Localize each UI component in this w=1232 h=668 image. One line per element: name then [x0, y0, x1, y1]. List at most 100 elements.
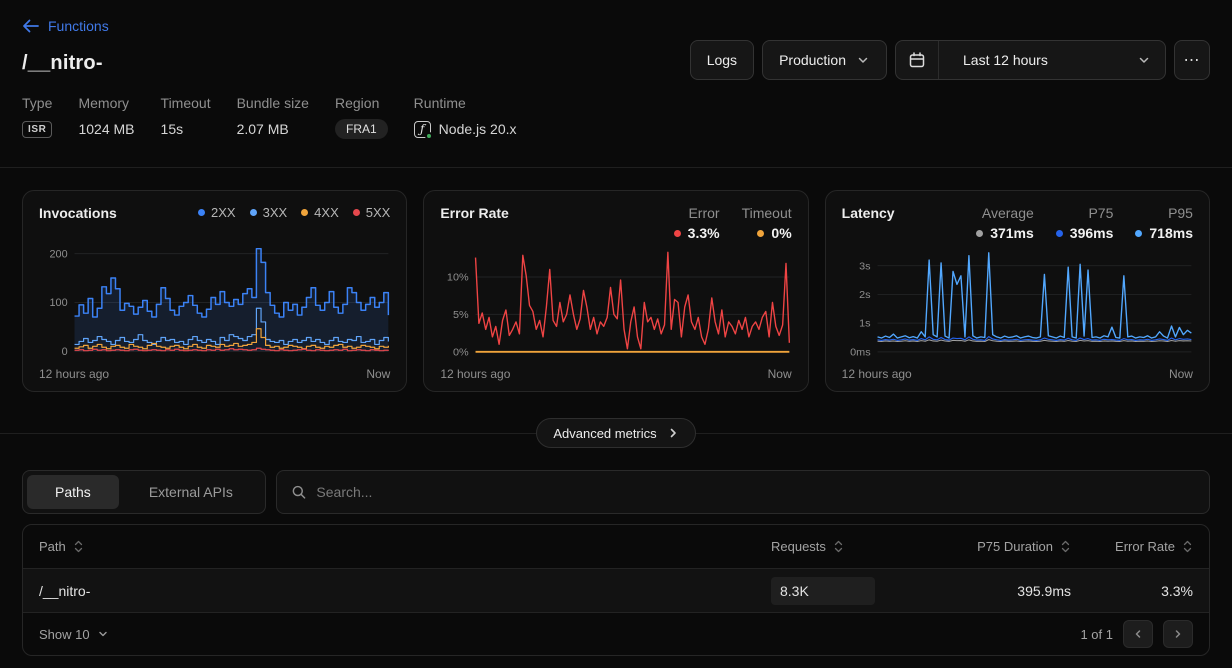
list-controls: Paths External APIs [0, 448, 1232, 514]
average-dot [976, 230, 983, 237]
legend-4xx-label: 4XX [314, 205, 339, 220]
latency-card: Latency Average 371ms P75 396ms P95 718m… [825, 190, 1210, 392]
x-axis-end-label: Now [1169, 367, 1193, 381]
column-path[interactable]: Path [39, 539, 771, 554]
sort-icon [833, 540, 844, 553]
column-p75-duration[interactable]: P75 Duration [921, 539, 1071, 554]
environment-select[interactable]: Production [762, 40, 887, 80]
svg-text:2s: 2s [859, 289, 870, 301]
meta-timeout: Timeout 15s [161, 95, 211, 139]
latency-legend: Average 371ms P75 396ms P95 718ms [976, 205, 1193, 241]
arrow-left-icon [22, 19, 40, 33]
p75-dot [1056, 230, 1063, 237]
latency-chart[interactable]: 0ms 1s 2s 3s [842, 241, 1193, 365]
svg-text:1s: 1s [859, 318, 870, 330]
meta-memory-label: Memory [78, 95, 134, 111]
table-row[interactable]: /__nitro- 8.3K 395.9ms 3.3% [23, 569, 1209, 613]
chevron-right-icon [667, 427, 679, 439]
meta-runtime-value: Node.js 20.x [439, 121, 517, 137]
sort-icon [73, 540, 84, 553]
legend-4xx-dot [301, 209, 308, 216]
x-axis-start-label: 12 hours ago [440, 367, 510, 381]
svg-text:0ms: 0ms [850, 347, 870, 359]
tab-paths-label: Paths [55, 484, 91, 500]
function-runtime-icon: ƒ [414, 121, 431, 138]
header-actions: Logs Production Last 12 hours [690, 40, 1210, 80]
average-legend-label: Average [982, 205, 1034, 221]
svg-text:10%: 10% [447, 272, 469, 284]
column-error-rate[interactable]: Error Rate [1071, 539, 1193, 554]
tab-external-apis[interactable]: External APIs [121, 475, 261, 509]
search-input[interactable] [316, 484, 1195, 500]
page-header: Functions /__nitro- Type ISR Memory 1024… [0, 0, 1232, 168]
table-header: Path Requests P75 Duration Error Rate [23, 525, 1209, 569]
error-legend-label: Error [688, 205, 719, 221]
meta-type: Type ISR [22, 95, 52, 139]
region-badge: FRA1 [335, 119, 388, 139]
error-rate-legend: Error 3.3% Timeout 0% [674, 205, 792, 241]
function-meta: Type ISR Memory 1024 MB Timeout 15s Bund… [22, 95, 1210, 139]
search-box[interactable] [276, 470, 1210, 514]
invocations-chart[interactable]: 0 100 200 [39, 235, 390, 365]
column-requests[interactable]: Requests [771, 539, 921, 554]
metrics-charts: Invocations 2XX 3XX 4XX 5XX 0100200 12 h… [0, 168, 1232, 392]
error-value: 3.3% [688, 225, 720, 241]
legend-5xx-dot [353, 209, 360, 216]
meta-memory: Memory 1024 MB [78, 95, 134, 139]
cell-p75-duration: 395.9ms [921, 583, 1071, 599]
column-path-label: Path [39, 539, 66, 554]
timeout-dot [757, 230, 764, 237]
average-value: 371ms [990, 225, 1034, 241]
meta-timeout-value: 15s [161, 119, 211, 139]
next-page-button[interactable] [1163, 620, 1193, 648]
p95-legend-label: P95 [1168, 205, 1193, 221]
isr-badge: ISR [22, 121, 52, 138]
legend-2xx-dot [198, 209, 205, 216]
time-range-select[interactable]: Last 12 hours [895, 40, 1166, 80]
legend-3xx-label: 3XX [263, 205, 288, 220]
table-footer: Show 10 1 of 1 [23, 613, 1209, 655]
logs-button-label: Logs [707, 52, 737, 68]
column-requests-label: Requests [771, 539, 826, 554]
more-options-button[interactable]: ⋯ [1174, 40, 1210, 80]
advanced-metrics-button[interactable]: Advanced metrics [536, 418, 695, 448]
back-to-functions-link[interactable]: Functions [22, 18, 109, 34]
tab-paths[interactable]: Paths [27, 475, 119, 509]
meta-timeout-label: Timeout [161, 95, 211, 111]
svg-text:200: 200 [50, 248, 68, 260]
meta-type-label: Type [22, 95, 52, 111]
meta-memory-value: 1024 MB [78, 119, 134, 139]
advanced-metrics-divider: Advanced metrics [0, 418, 1232, 448]
legend-5xx-label: 5XX [366, 205, 391, 220]
svg-text:0: 0 [62, 346, 68, 358]
svg-text:3s: 3s [859, 261, 870, 273]
advanced-metrics-label: Advanced metrics [553, 426, 656, 441]
logs-button[interactable]: Logs [690, 40, 754, 80]
time-range-label: Last 12 hours [963, 52, 1048, 68]
status-dot [425, 132, 433, 140]
svg-text:100: 100 [50, 297, 68, 309]
previous-page-button[interactable] [1123, 620, 1153, 648]
chevron-left-icon [1132, 628, 1144, 640]
chevron-right-icon [1172, 628, 1184, 640]
invocations-card: Invocations 2XX 3XX 4XX 5XX 0100200 12 h… [22, 190, 407, 392]
x-axis-end-label: Now [366, 367, 390, 381]
meta-bundle-label: Bundle size [237, 95, 309, 111]
meta-region: Region FRA1 [335, 95, 388, 139]
column-p75-label: P75 Duration [977, 539, 1053, 554]
page-size-select[interactable]: Show 10 [39, 627, 109, 642]
chevron-down-icon [97, 628, 109, 640]
timeout-value: 0% [771, 225, 791, 241]
search-icon [291, 484, 307, 500]
chevron-down-icon [856, 53, 870, 67]
paths-table: Path Requests P75 Duration Error Rate /_… [22, 524, 1210, 656]
chevron-down-icon [1137, 53, 1151, 67]
invocations-title: Invocations [39, 205, 117, 221]
x-axis-end-label: Now [768, 367, 792, 381]
p95-dot [1135, 230, 1142, 237]
error-rate-chart[interactable]: 0%5%10% [440, 241, 791, 365]
ellipsis-icon: ⋯ [1184, 50, 1201, 70]
sort-icon [1060, 540, 1071, 553]
x-axis-start-label: 12 hours ago [842, 367, 912, 381]
cell-path: /__nitro- [39, 583, 771, 599]
